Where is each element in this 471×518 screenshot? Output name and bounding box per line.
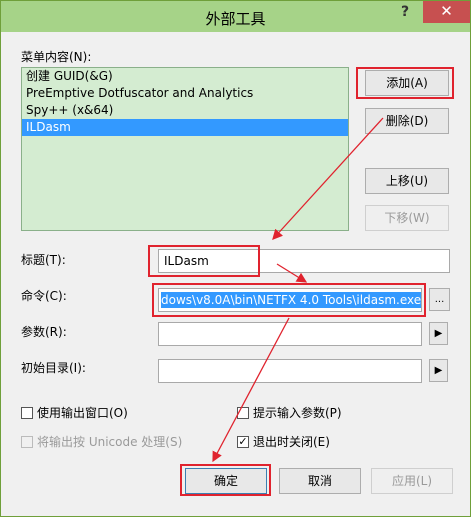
arrow-add-to-title [272,117,384,240]
arrow-command-to-ok [212,317,290,463]
annotation-arrows [212,117,384,463]
external-tools-dialog: 外部工具 ? ✕ 菜单内容(N): 创建 GUID(&G) PreEmptive… [0,0,471,517]
arrow-title-to-command [276,263,308,283]
